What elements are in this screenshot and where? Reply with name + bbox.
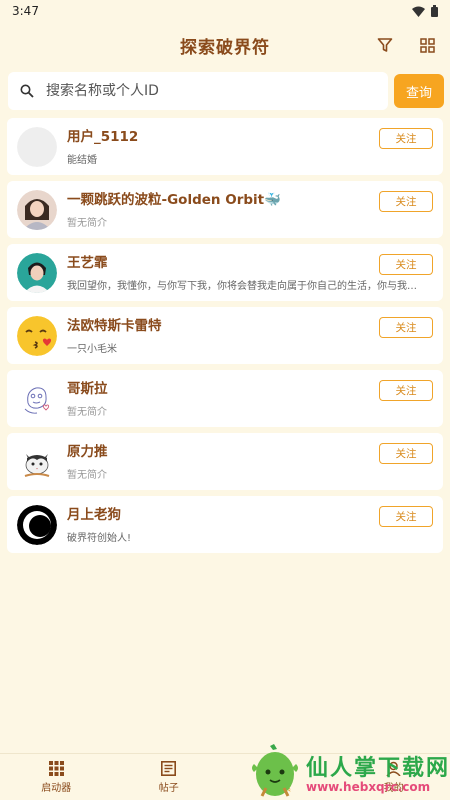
- user-bio: 暂无简介: [67, 406, 107, 418]
- wifi-icon: [412, 6, 425, 17]
- user-list: 用户_5112 能结婚 关注 一颗跳跃的波粒-Golden Orbit🐳 暂无简…: [7, 118, 443, 559]
- cactus-logo-icon: [252, 744, 298, 797]
- app-header: 探索破界符: [0, 22, 450, 68]
- nav-label: 帖子: [158, 782, 179, 794]
- status-bar: 3:47: [0, 0, 450, 22]
- blank-avatar[interactable]: [17, 126, 57, 167]
- follow-button[interactable]: 关注: [379, 443, 433, 464]
- grid-button[interactable]: [416, 34, 438, 56]
- search-button[interactable]: 查询: [394, 74, 444, 108]
- follow-button[interactable]: 关注: [379, 506, 433, 527]
- user-card[interactable]: 王艺霏 我回望你，我懂你，与你写下我，你将会替我走向属于你自己的生活，你与我一起…: [7, 244, 443, 301]
- kiss-emoji-avatar[interactable]: [17, 315, 57, 356]
- user-bio: 一只小毛米: [67, 343, 117, 355]
- user-name: 法欧特斯卡雷特: [67, 317, 162, 334]
- user-bio: 我回望你，我懂你，与你写下我，你将会替我走向属于你自己的生活，你与我一起: [67, 280, 417, 292]
- girl-photo-avatar[interactable]: [17, 189, 57, 230]
- search-row: 查询: [8, 72, 444, 110]
- watermark-url: www.hebxqrc.com: [306, 780, 431, 794]
- user-name: 原力推: [67, 443, 108, 460]
- user-bio: 暂无简介: [67, 469, 107, 481]
- follow-button[interactable]: 关注: [379, 380, 433, 401]
- user-card[interactable]: 哥斯拉 暂无简介 关注: [7, 370, 443, 427]
- user-name: 用户_5112: [67, 128, 139, 145]
- moon-logo-avatar[interactable]: [17, 504, 57, 545]
- user-card[interactable]: 法欧特斯卡雷特 一只小毛米 关注: [7, 307, 443, 364]
- user-card[interactable]: 原力推 暂无简介 关注: [7, 433, 443, 490]
- follow-button[interactable]: 关注: [379, 317, 433, 338]
- filter-button[interactable]: [374, 34, 396, 56]
- user-name: 月上老狗: [67, 506, 121, 523]
- status-icons: [412, 5, 438, 17]
- person-teal-avatar[interactable]: [17, 252, 57, 293]
- watermark-title: 仙人掌下载网: [306, 756, 450, 781]
- user-name: 王艺霏: [67, 254, 108, 271]
- user-card[interactable]: 用户_5112 能结婚 关注: [7, 118, 443, 175]
- filter-icon: [377, 38, 393, 52]
- grid-icon: [419, 37, 435, 53]
- document-icon: [161, 760, 177, 776]
- follow-button[interactable]: 关注: [379, 254, 433, 275]
- battery-icon: [431, 5, 438, 17]
- cat-avatar[interactable]: [17, 441, 57, 482]
- follow-button[interactable]: 关注: [379, 128, 433, 149]
- search-box: [8, 72, 388, 110]
- watermark: 仙人掌下载网 www.hebxqrc.com: [248, 744, 450, 800]
- user-name: 哥斯拉: [67, 380, 108, 397]
- search-input[interactable]: [46, 83, 388, 99]
- search-icon: [20, 84, 34, 98]
- user-bio: 破界符创始人!: [67, 532, 132, 544]
- user-card[interactable]: 月上老狗 破界符创始人! 关注: [7, 496, 443, 553]
- nav-item-launcher[interactable]: 启动器: [0, 754, 113, 800]
- user-card[interactable]: 一颗跳跃的波粒-Golden Orbit🐳 暂无简介 关注: [7, 181, 443, 238]
- sketch-avatar[interactable]: [17, 378, 57, 419]
- page-title: 探索破界符: [180, 37, 270, 58]
- nav-label: 启动器: [41, 782, 72, 794]
- user-name: 一颗跳跃的波粒-Golden Orbit🐳: [67, 191, 281, 208]
- user-bio: 暂无简介: [67, 217, 107, 229]
- status-time: 3:47: [12, 4, 39, 18]
- nav-item-posts[interactable]: 帖子: [113, 754, 226, 800]
- follow-button[interactable]: 关注: [379, 191, 433, 212]
- user-bio: 能结婚: [67, 154, 97, 166]
- apps-grid-icon: [48, 760, 64, 776]
